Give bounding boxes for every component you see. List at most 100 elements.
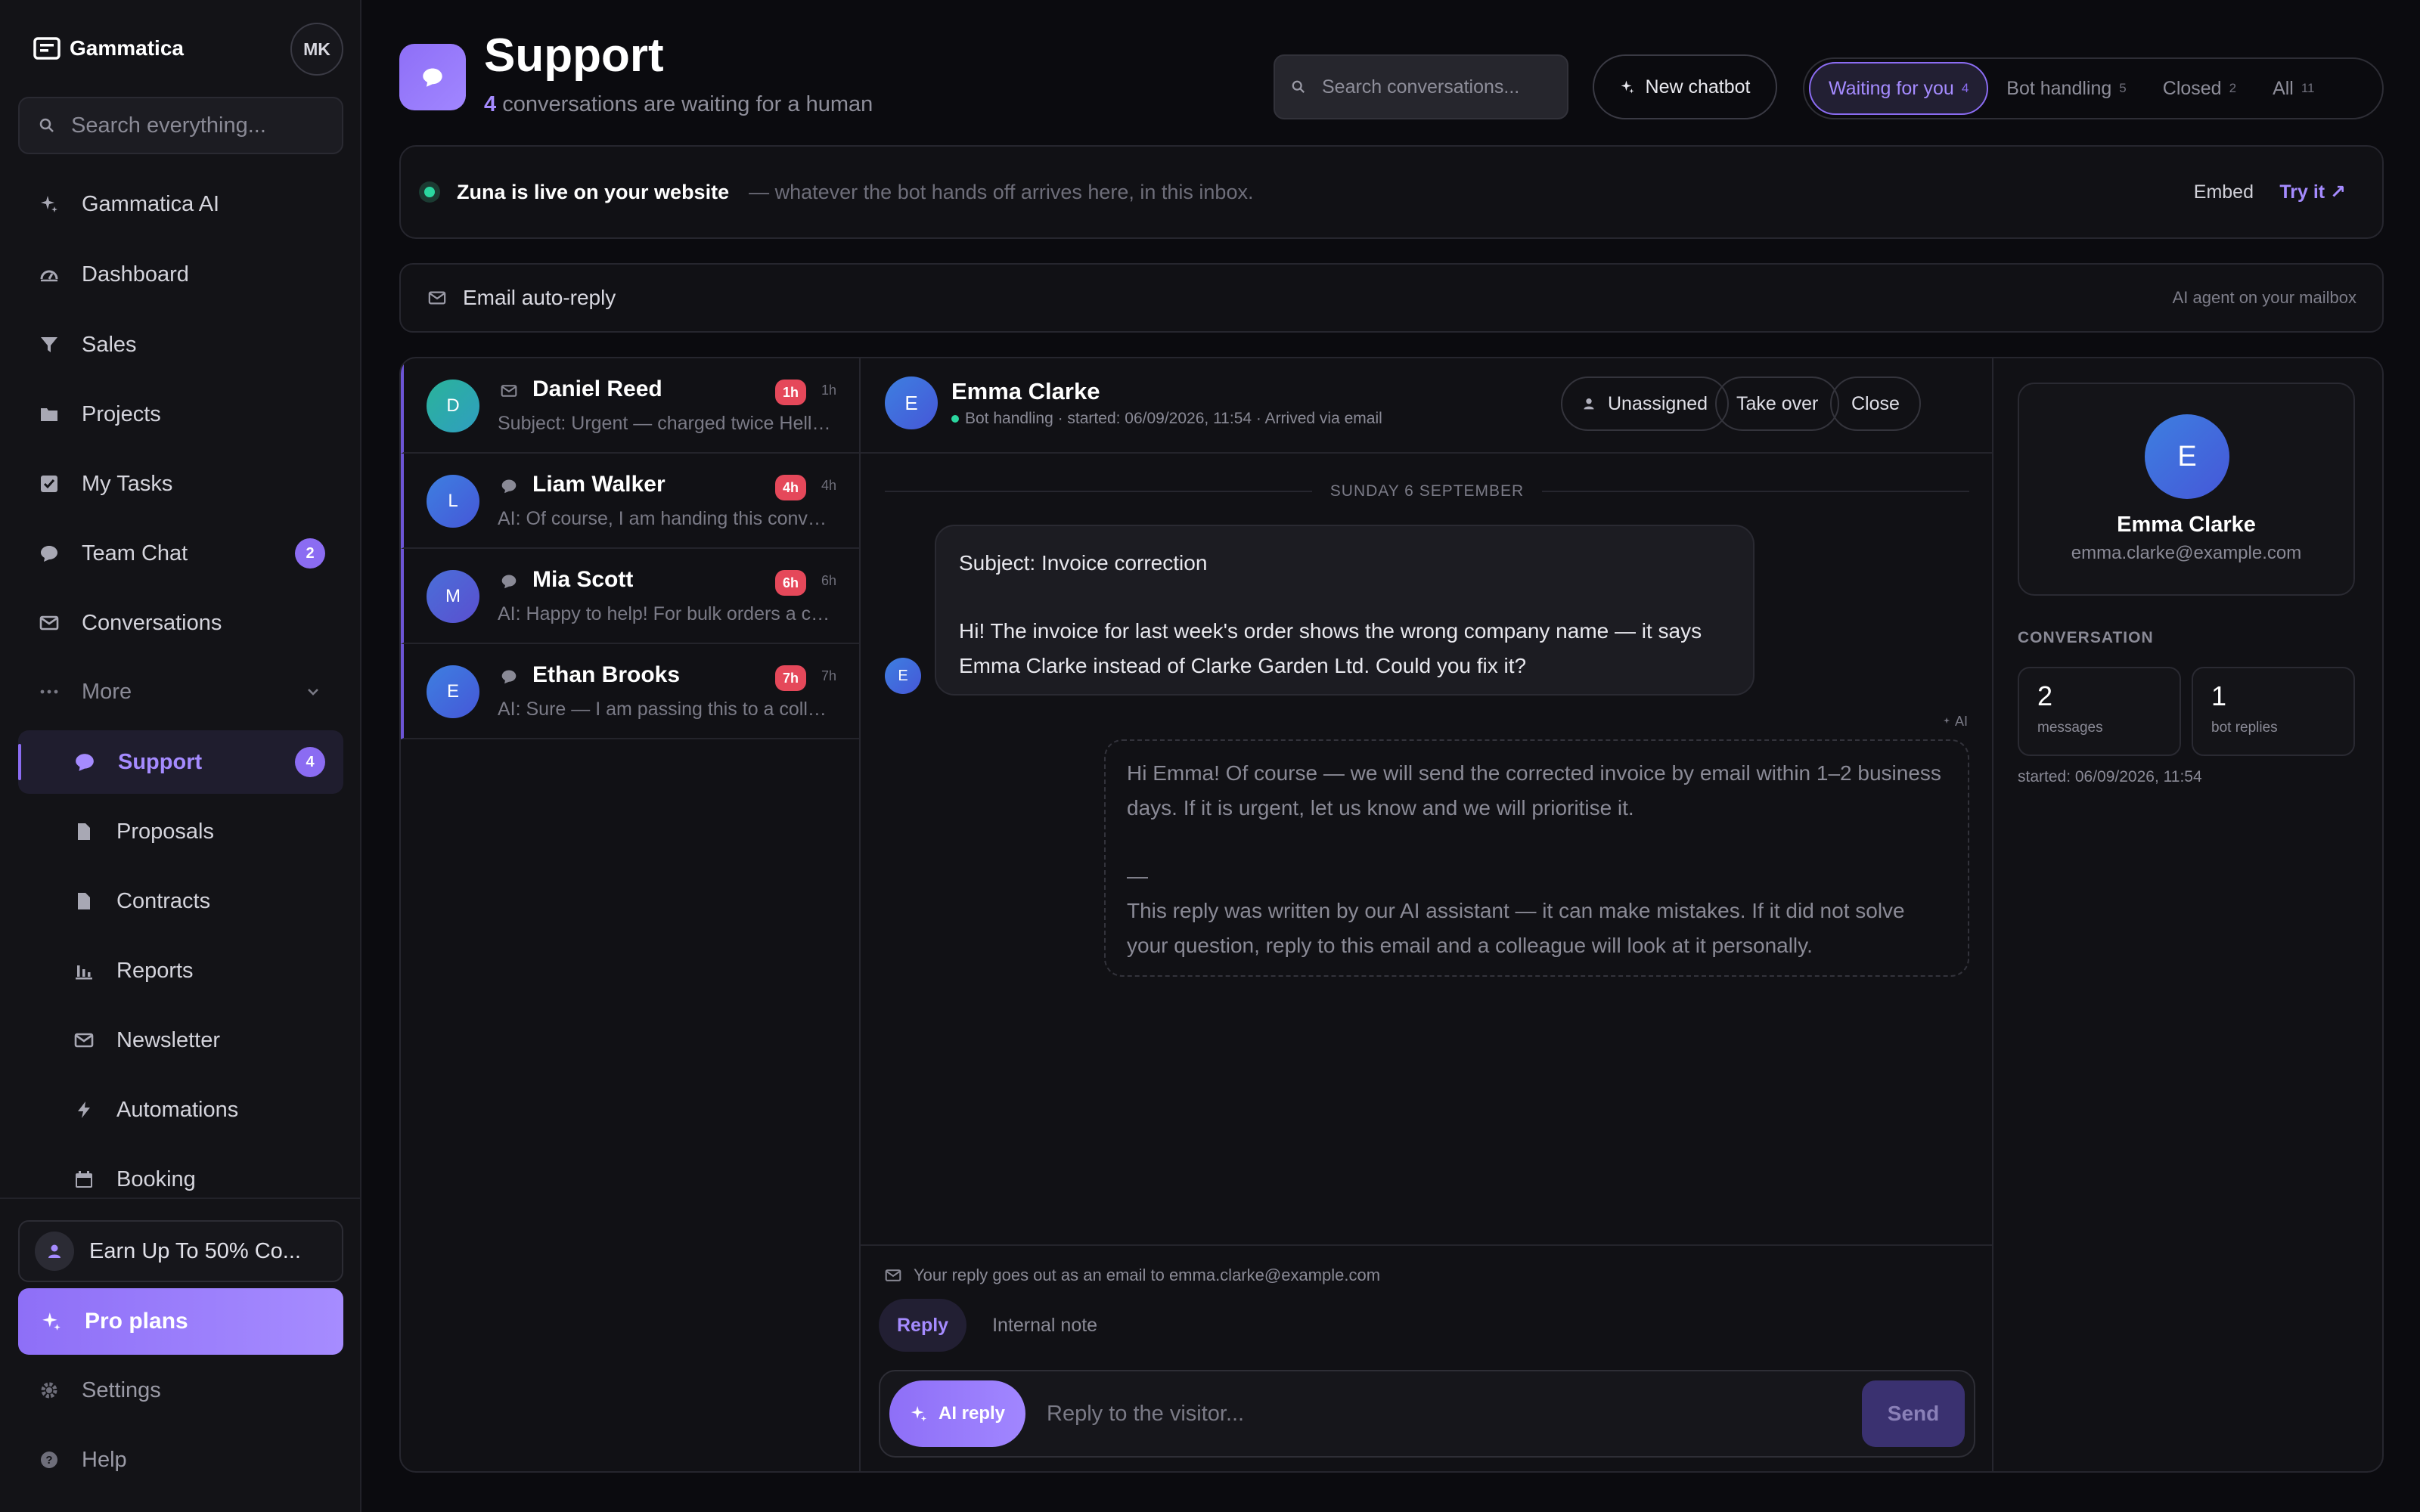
ai-reply-button[interactable]: AI reply — [889, 1380, 1025, 1447]
page-subtitle: 4 conversations are waiting for a human — [484, 92, 873, 117]
sidebar-item-label: Proposals — [116, 819, 214, 844]
avatar: D — [427, 380, 479, 432]
sidebar-item-projects[interactable]: Projects — [18, 383, 343, 446]
avatar: E — [427, 665, 479, 718]
checkbox-icon — [39, 474, 59, 494]
reply-input[interactable] — [1047, 1382, 1818, 1445]
chat-bubble-icon — [39, 544, 59, 563]
conversation-preview: AI: Of course, I am handing this convers… — [498, 508, 836, 529]
new-chatbot-button[interactable]: New chatbot — [1593, 54, 1777, 119]
svg-text:?: ? — [45, 1454, 52, 1467]
global-search-placeholder: Search everything... — [71, 113, 266, 138]
conversation-item[interactable]: D Daniel Reed Subject: Urgent — charged … — [401, 358, 859, 454]
try-it-link[interactable]: Try it ↗ — [2279, 181, 2346, 203]
tab-bot-handling[interactable]: Bot handling 5 — [1988, 62, 2144, 115]
ai-disclaimer: This reply was written by our AI assista… — [1127, 899, 1905, 957]
stat-label: messages — [2037, 720, 2103, 736]
sidebar-item-my-tasks[interactable]: My Tasks — [18, 452, 343, 516]
sidebar-item-more[interactable]: More — [18, 660, 343, 723]
waiting-count: 4 — [484, 92, 497, 116]
sidebar-item-proposals[interactable]: Proposals — [18, 800, 343, 863]
tab-count: 11 — [2301, 81, 2315, 95]
conversation-search-input[interactable]: Search conversations... — [1274, 54, 1568, 119]
assign-button[interactable]: Unassigned — [1561, 376, 1730, 431]
embed-button[interactable]: Embed — [2194, 181, 2254, 203]
status-dot — [951, 415, 959, 423]
email-auto-reply-bar[interactable]: Email auto-reply AI agent on your mailbo… — [399, 263, 2384, 333]
sidebar-item-label: Conversations — [82, 610, 222, 635]
incoming-message: Subject: Invoice correction Hi! The invo… — [935, 525, 1754, 696]
tab-reply[interactable]: Reply — [879, 1299, 967, 1352]
user-icon — [1582, 397, 1596, 411]
help-icon: ? — [39, 1450, 59, 1470]
reply-box: AI reply Send — [879, 1370, 1975, 1458]
sidebar-item-reports[interactable]: Reports — [18, 939, 343, 1002]
sidebar-item-automations[interactable]: Automations — [18, 1078, 343, 1142]
pro-plans-button[interactable]: Pro plans — [18, 1288, 343, 1355]
page-title: Support — [484, 29, 664, 82]
ai-tag: AI — [1943, 714, 1968, 730]
day-separator: SUNDAY 6 SEPTEMBER — [885, 482, 1969, 500]
conversation-item[interactable]: M Mia Scott AI: Happy to help! For bulk … — [401, 549, 859, 644]
conversation-name: Daniel Reed — [532, 376, 662, 401]
messages-stat: 2 messages — [2018, 667, 2181, 756]
user-avatar[interactable]: MK — [290, 23, 343, 76]
sidebar-item-booking[interactable]: Booking — [18, 1148, 343, 1211]
user-icon — [35, 1232, 74, 1271]
gear-icon — [39, 1380, 59, 1400]
thread-contact-name: Emma Clarke — [951, 378, 1100, 404]
sparkle-icon — [910, 1405, 928, 1423]
sidebar-item-support[interactable]: Support 4 — [18, 730, 343, 794]
tab-label: Closed — [2162, 77, 2222, 99]
conversation-age: 4h — [821, 478, 836, 493]
wait-time-badge: 4h — [774, 475, 806, 500]
thread-header: E Emma Clarke Bot handling · started: 06… — [861, 358, 1992, 454]
sidebar-item-sales[interactable]: Sales — [18, 313, 343, 376]
earn-label: Earn Up To 50% Co... — [89, 1238, 301, 1263]
tab-closed[interactable]: Closed 2 — [2145, 62, 2254, 115]
mail-icon — [428, 289, 446, 307]
avatar: E — [885, 376, 938, 429]
sidebar-item-gammatica-ai[interactable]: Gammatica AI — [18, 172, 343, 236]
conversation-list: D Daniel Reed Subject: Urgent — charged … — [401, 358, 861, 1471]
conversation-name: Ethan Brooks — [532, 662, 681, 687]
sidebar-item-contracts[interactable]: Contracts — [18, 869, 343, 933]
tab-count: 5 — [2119, 81, 2127, 95]
sidebar-item-settings[interactable]: Settings — [18, 1359, 343, 1422]
contact-name: Emma Clarke — [2117, 513, 2256, 537]
conversation-item[interactable]: E Ethan Brooks AI: Sure — I am passing t… — [401, 644, 859, 739]
close-conversation-button[interactable]: Close — [1830, 376, 1921, 431]
ai-agent-mailbox-text: AI agent on your mailbox — [2172, 288, 2356, 307]
global-search-input[interactable]: Search everything... — [18, 97, 343, 154]
chat-bubble-icon — [74, 751, 95, 773]
sidebar-item-conversations[interactable]: Conversations — [18, 591, 343, 655]
sidebar-item-label: Reports — [116, 958, 194, 983]
brand[interactable]: Gammatica — [33, 36, 184, 60]
sidebar-item-label: Support — [118, 749, 203, 774]
funnel-icon — [39, 335, 59, 355]
sidebar-item-help[interactable]: ? Help — [18, 1428, 343, 1492]
tab-waiting-for-you[interactable]: Waiting for you 4 — [1809, 62, 1989, 115]
ai-reply-label: AI reply — [938, 1403, 1006, 1424]
message-body: Hi Emma! Of course — we will send the co… — [1127, 761, 1941, 820]
mail-icon — [501, 383, 517, 403]
sidebar-item-newsletter[interactable]: Newsletter — [18, 1009, 343, 1072]
tab-all[interactable]: All 11 — [2254, 62, 2332, 115]
sidebar-item-dashboard[interactable]: Dashboard — [18, 243, 343, 306]
sidebar-item-label: Booking — [116, 1167, 196, 1191]
pro-plans-label: Pro plans — [85, 1309, 188, 1334]
sidebar-item-team-chat[interactable]: Team Chat 2 — [18, 522, 343, 585]
reply-composer: Your reply goes out as an email to emma.… — [861, 1244, 1992, 1471]
tab-internal-note[interactable]: Internal note — [974, 1299, 1115, 1352]
email-auto-reply-label: Email auto-reply — [463, 286, 616, 309]
document-icon — [74, 891, 94, 911]
earn-referral-button[interactable]: Earn Up To 50% Co... — [18, 1220, 343, 1282]
sidebar-item-label: My Tasks — [82, 471, 173, 496]
take-over-button[interactable]: Take over — [1715, 376, 1840, 431]
avatar: E — [885, 658, 921, 694]
wait-time-badge: 1h — [774, 380, 806, 405]
conversation-item[interactable]: L Liam Walker AI: Of course, I am handin… — [401, 454, 859, 549]
gauge-icon — [39, 265, 59, 284]
contact-details-panel: E Emma Clarke emma.clarke@example.com CO… — [1993, 358, 2382, 1471]
send-button[interactable]: Send — [1862, 1380, 1965, 1447]
